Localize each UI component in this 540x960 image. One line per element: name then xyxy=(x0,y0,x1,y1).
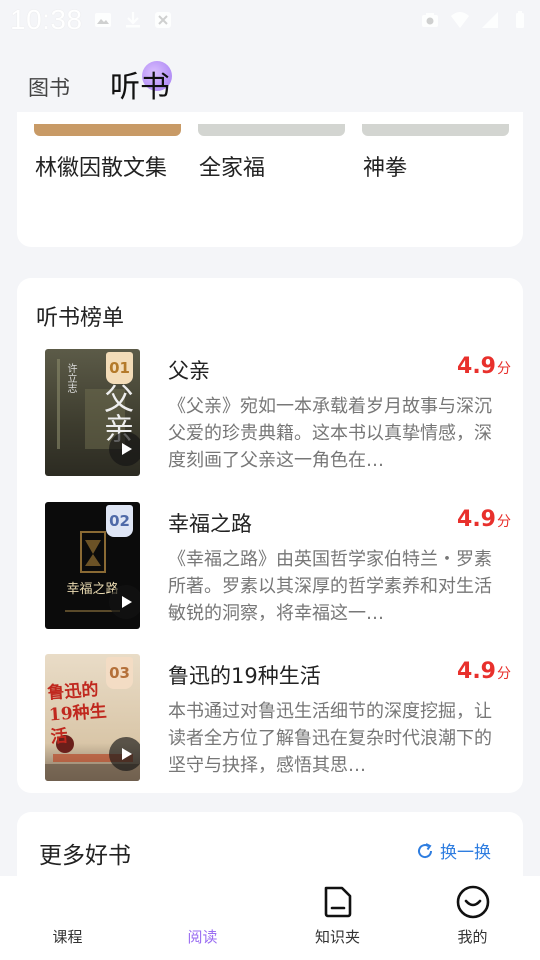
nav-label: 知识夹 xyxy=(314,928,360,946)
book-description: 《父亲》宛如一本承载着岁月故事与深沉父爱的珍贵典籍。这本书以真挚情感，深度刻画了… xyxy=(168,396,492,471)
featured-books-card: 林徽因散文集 全家福 神拳 xyxy=(17,112,523,247)
rating-unit: 分 xyxy=(497,666,511,682)
rank-badge: 01 xyxy=(106,352,133,384)
status-bar: 10:38 xyxy=(0,0,540,40)
book-cover[interactable]: 幸福之路 02 xyxy=(45,502,140,629)
rank-badge: 03 xyxy=(106,657,133,689)
rating: 4.9分 xyxy=(457,659,511,684)
book-title[interactable]: 鲁迅的19种生活 xyxy=(168,660,321,690)
book-title[interactable]: 全家福 xyxy=(199,150,265,182)
nav-read[interactable]: 阅读 xyxy=(135,876,270,960)
book-cover[interactable]: 鲁迅的19种生活 03 xyxy=(45,654,140,781)
section-title: 听书榜单 xyxy=(36,306,125,331)
play-button[interactable] xyxy=(109,432,140,466)
cover-author: 许立志 xyxy=(65,363,76,393)
ranking-card: 听书榜单 父亲 许立志 01 父亲 4.9分 《父亲》宛如一本承载着岁月故事与深… xyxy=(17,278,523,793)
book-cover[interactable] xyxy=(362,124,509,136)
nav-label: 阅读 xyxy=(187,928,218,946)
play-icon xyxy=(122,596,132,608)
play-button[interactable] xyxy=(109,585,140,619)
refresh-button[interactable]: 换一换 xyxy=(416,838,491,863)
battery-icon xyxy=(516,11,524,28)
book-title[interactable]: 林徽因散文集 xyxy=(35,150,167,182)
rank-badge: 02 xyxy=(106,505,133,537)
book-description: 《幸福之路》由英国哲学家伯特兰・罗素所著。罗素以其深厚的哲学素养和对生活敏锐的洞… xyxy=(168,549,492,624)
download-icon xyxy=(125,12,140,28)
refresh-icon xyxy=(418,842,433,858)
rating-unit: 分 xyxy=(497,361,511,377)
rating-unit: 分 xyxy=(497,514,511,530)
book-title[interactable]: 幸福之路 xyxy=(168,508,252,538)
rating-value: 4.9 xyxy=(457,659,496,684)
play-icon xyxy=(122,443,132,455)
smile-face-icon xyxy=(456,885,489,919)
top-tabs: 图书 听书 xyxy=(0,56,540,120)
section-title: 更多好书 xyxy=(39,843,131,869)
book-cover[interactable] xyxy=(198,124,345,136)
ranking-item[interactable]: 幸福之路 02 幸福之路 4.9分 《幸福之路》由英国哲学家伯特兰・罗素所著。罗… xyxy=(45,502,515,630)
signal-icon xyxy=(482,12,498,28)
nav-course[interactable]: 课程 xyxy=(0,876,135,960)
image-icon xyxy=(94,13,111,27)
ranking-item[interactable]: 鲁迅的19种生活 03 鲁迅的19种生活 4.9分 本书通过对鲁迅生活细节的深度… xyxy=(45,654,515,782)
book-title[interactable]: 神拳 xyxy=(363,150,407,182)
nav-folder[interactable]: 知识夹 xyxy=(270,876,405,960)
camera-icon xyxy=(422,13,438,27)
rating-value: 4.9 xyxy=(457,507,496,532)
play-icon xyxy=(122,748,132,760)
play-button[interactable] xyxy=(109,737,140,771)
rating-value: 4.9 xyxy=(457,354,496,379)
nav-mine[interactable]: 我的 xyxy=(405,876,540,960)
bottom-nav: 课程 阅读 知识夹 我的 xyxy=(0,876,540,960)
wifi-icon xyxy=(451,12,469,28)
app-notification-icon xyxy=(154,12,171,28)
nav-label: 课程 xyxy=(52,928,83,946)
book-cover[interactable] xyxy=(34,124,181,136)
rating: 4.9分 xyxy=(457,354,511,379)
folder-icon xyxy=(324,886,351,918)
nav-label: 我的 xyxy=(457,928,488,946)
book-description: 本书通过对鲁迅生活细节的深度挖掘，让读者全方位了解鲁迅在复杂时代浪潮下的坚守与抉… xyxy=(168,701,492,776)
book-title[interactable]: 父亲 xyxy=(168,355,210,385)
rating: 4.9分 xyxy=(457,507,511,532)
refresh-label: 换一换 xyxy=(440,843,491,863)
tab-audiobooks-label: 听书 xyxy=(110,70,170,105)
ranking-item[interactable]: 父亲 许立志 01 父亲 4.9分 《父亲》宛如一本承载着岁月故事与深沉父爱的珍… xyxy=(45,349,515,477)
clock: 10:38 xyxy=(10,4,83,35)
book-cover[interactable]: 父亲 许立志 01 xyxy=(45,349,140,476)
